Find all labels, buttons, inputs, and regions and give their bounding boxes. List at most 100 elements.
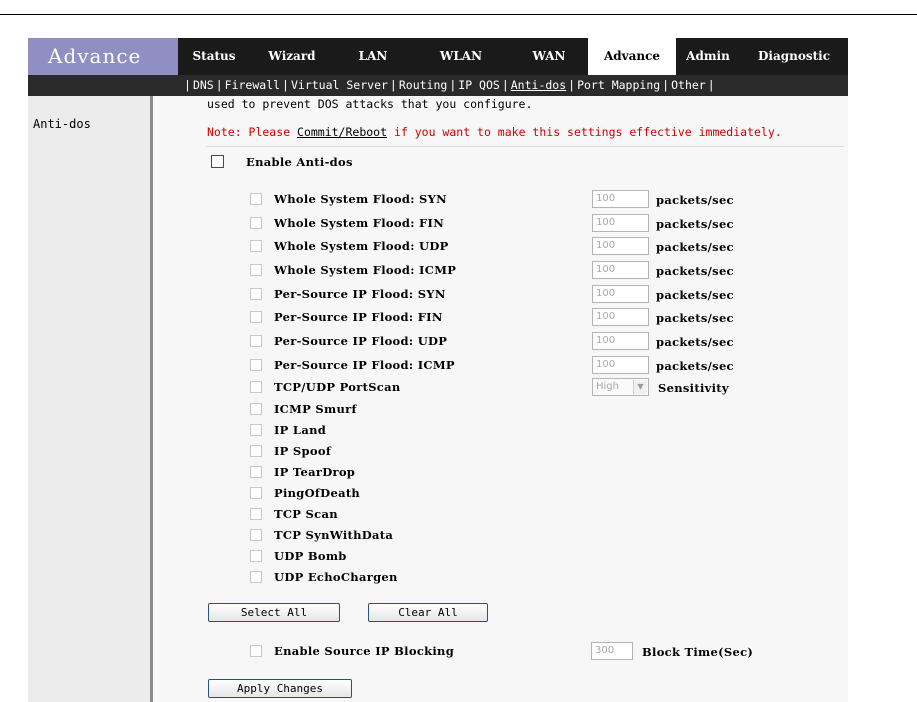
- subnav-anti-dos[interactable]: Anti-dos: [511, 78, 566, 92]
- note-prefix: Note: Please: [207, 125, 298, 139]
- whole-icmp-unit: packets/sec: [656, 264, 734, 278]
- per-source-udp-input[interactable]: 100: [592, 332, 649, 350]
- tab-wlan[interactable]: WLAN: [412, 38, 510, 75]
- tcp-synwithdata-label: TCP SynWithData: [274, 528, 394, 542]
- subnav-dns[interactable]: DNS: [193, 78, 214, 92]
- per-source-fin-unit: packets/sec: [656, 311, 734, 325]
- main-header: Advance Status Wizard LAN WLAN WAN Advan…: [28, 38, 848, 75]
- subnav-links: | DNS | Firewall | Virtual Server | Routing | IP …: [182, 75, 717, 96]
- commit-reboot-link[interactable]: Commit/Reboot: [297, 125, 387, 139]
- per-source-syn-checkbox[interactable]: [250, 288, 262, 300]
- divider: [206, 146, 844, 147]
- chevron-down-icon: ▼: [633, 380, 647, 394]
- ping-of-death-label: PingOfDeath: [274, 486, 361, 500]
- subnav-firewall[interactable]: Firewall: [225, 78, 280, 92]
- subnav-separator: |: [282, 78, 289, 92]
- per-source-fin-input[interactable]: 100: [592, 308, 649, 326]
- per-source-icmp-input[interactable]: 100: [592, 356, 649, 374]
- per-source-syn-label: Per-Source IP Flood: SYN: [274, 287, 446, 301]
- subnav-virtual-server[interactable]: Virtual Server: [291, 78, 388, 92]
- block-time-input[interactable]: 300: [591, 642, 633, 660]
- per-source-udp-checkbox[interactable]: [250, 335, 262, 347]
- per-source-fin-label: Per-Source IP Flood: FIN: [274, 310, 443, 324]
- per-source-icmp-checkbox[interactable]: [250, 359, 262, 371]
- ip-land-checkbox[interactable]: [250, 424, 262, 436]
- tab-admin[interactable]: Admin: [676, 38, 740, 75]
- select-all-button[interactable]: Select All: [208, 603, 340, 622]
- enable-anti-dos-checkbox[interactable]: [211, 155, 224, 168]
- subnav-separator: |: [215, 78, 223, 92]
- whole-syn-label: Whole System Flood: SYN: [274, 192, 447, 206]
- tab-wizard[interactable]: Wizard: [250, 38, 334, 75]
- sub-navigation: | DNS | Firewall | Virtual Server | Routing | IP …: [28, 75, 848, 96]
- subnav-separator: |: [568, 78, 576, 92]
- whole-udp-checkbox[interactable]: [250, 240, 262, 252]
- whole-syn-input[interactable]: 100: [592, 190, 649, 208]
- per-source-udp-unit: packets/sec: [656, 335, 734, 349]
- whole-syn-checkbox[interactable]: [250, 193, 262, 205]
- ip-teardrop-label: IP TearDrop: [274, 465, 356, 479]
- per-source-syn-input[interactable]: 100: [592, 285, 649, 303]
- enable-anti-dos-label: Enable Anti-dos: [246, 155, 353, 169]
- clear-all-button[interactable]: Clear All: [368, 603, 488, 622]
- source-ip-blocking-label: Enable Source IP Blocking: [274, 644, 455, 658]
- tcp-scan-label: TCP Scan: [274, 507, 338, 521]
- subnav-ip-qos[interactable]: IP QOS: [458, 78, 500, 92]
- udp-bomb-checkbox[interactable]: [250, 550, 262, 562]
- sidebar: [28, 96, 150, 702]
- tab-diagnostic[interactable]: Diagnostic: [740, 38, 848, 75]
- subnav-other[interactable]: Other: [671, 78, 706, 92]
- sensitivity-value: High: [596, 381, 619, 392]
- whole-udp-label: Whole System Flood: UDP: [274, 239, 449, 253]
- icmp-smurf-label: ICMP Smurf: [274, 402, 357, 416]
- subnav-port-mapping[interactable]: Port Mapping: [577, 78, 660, 92]
- whole-icmp-label: Whole System Flood: ICMP: [274, 263, 457, 277]
- icmp-smurf-checkbox[interactable]: [250, 403, 262, 415]
- per-source-fin-checkbox[interactable]: [250, 311, 262, 323]
- subnav-separator: |: [184, 78, 191, 92]
- whole-fin-input[interactable]: 100: [592, 214, 649, 232]
- per-source-udp-label: Per-Source IP Flood: UDP: [274, 334, 448, 348]
- udp-echochargen-checkbox[interactable]: [250, 571, 262, 583]
- subnav-separator: |: [389, 78, 397, 92]
- subnav-separator: |: [449, 78, 457, 92]
- page-description: used to prevent DOS attacks that you con…: [207, 97, 533, 111]
- tab-lan[interactable]: LAN: [334, 38, 412, 75]
- subnav-separator: |: [707, 78, 715, 92]
- udp-echochargen-label: UDP EchoChargen: [274, 570, 398, 584]
- apply-changes-button[interactable]: Apply Changes: [208, 679, 352, 698]
- ip-spoof-checkbox[interactable]: [250, 445, 262, 457]
- ip-teardrop-checkbox[interactable]: [250, 466, 262, 478]
- source-ip-blocking-checkbox[interactable]: [250, 645, 262, 657]
- ip-land-label: IP Land: [274, 423, 327, 437]
- portscan-checkbox[interactable]: [250, 381, 262, 393]
- subnav-separator: |: [501, 78, 509, 92]
- note-text: Note: Please Commit/Reboot if you want t…: [207, 125, 782, 139]
- tab-wan[interactable]: WAN: [510, 38, 588, 75]
- sensitivity-select[interactable]: High ▼: [592, 378, 649, 396]
- tcp-scan-checkbox[interactable]: [250, 508, 262, 520]
- block-time-label: Block Time(Sec): [642, 645, 754, 659]
- per-source-syn-unit: packets/sec: [656, 288, 734, 302]
- per-source-icmp-unit: packets/sec: [656, 359, 734, 373]
- whole-fin-label: Whole System Flood: FIN: [274, 216, 445, 230]
- portscan-label: TCP/UDP PortScan: [274, 380, 401, 394]
- whole-icmp-input[interactable]: 100: [592, 261, 649, 279]
- subnav-separator: |: [662, 78, 670, 92]
- whole-syn-unit: packets/sec: [656, 193, 734, 207]
- brand-title: Advance: [28, 38, 178, 75]
- per-source-icmp-label: Per-Source IP Flood: ICMP: [274, 358, 455, 372]
- whole-fin-unit: packets/sec: [656, 217, 734, 231]
- subnav-routing[interactable]: Routing: [399, 78, 447, 92]
- top-rule: [0, 14, 917, 15]
- tab-advance[interactable]: Advance: [588, 38, 676, 75]
- whole-fin-checkbox[interactable]: [250, 217, 262, 229]
- udp-bomb-label: UDP Bomb: [274, 549, 347, 563]
- ping-of-death-checkbox[interactable]: [250, 487, 262, 499]
- note-suffix: if you want to make this settings effect…: [387, 125, 782, 139]
- tab-status[interactable]: Status: [178, 38, 250, 75]
- whole-udp-input[interactable]: 100: [592, 237, 649, 255]
- sensitivity-label: Sensitivity: [658, 381, 729, 395]
- whole-icmp-checkbox[interactable]: [250, 264, 262, 276]
- tcp-synwithdata-checkbox[interactable]: [250, 529, 262, 541]
